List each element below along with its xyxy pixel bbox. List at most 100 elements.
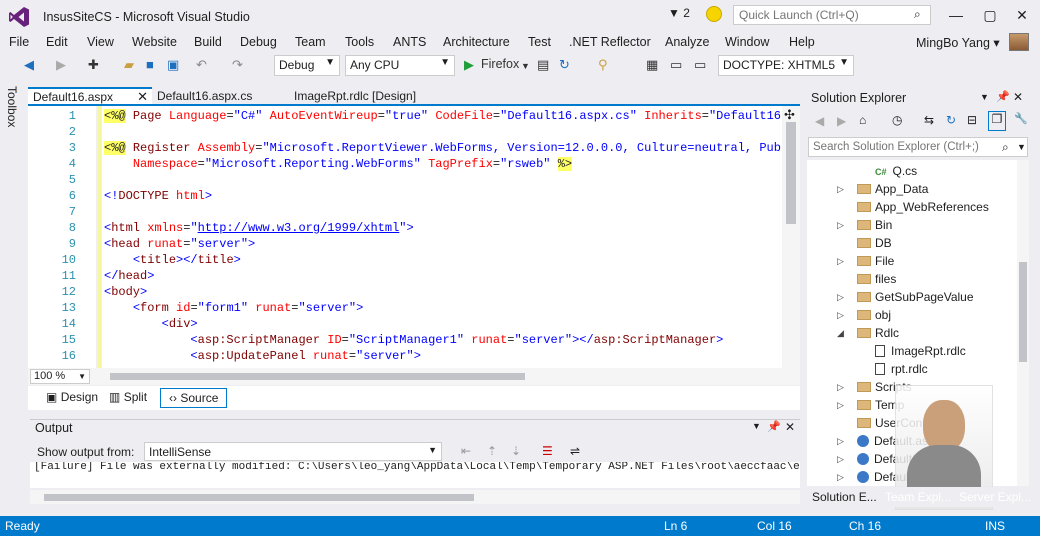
browser-link-icon[interactable]: ▤ (537, 57, 549, 73)
save-icon[interactable]: ■ (146, 57, 154, 72)
code-line[interactable]: Namespace="Microsoft.Reporting.WebForms"… (104, 156, 573, 172)
history-icon[interactable]: ◷ (892, 113, 902, 127)
word-wrap-icon[interactable]: ⇌ (570, 444, 580, 458)
code-line[interactable]: <%@ Register Assembly="Microsoft.ReportV… (104, 140, 800, 156)
menu-window[interactable]: Window (725, 35, 769, 49)
show-all-files-icon[interactable]: ❐ (988, 111, 1006, 131)
tree-item[interactable]: GetSubPageValue (857, 288, 974, 306)
collapse-icon[interactable]: ◢ (837, 328, 844, 339)
tree-item[interactable]: obj (857, 306, 891, 324)
quick-launch-input[interactable] (733, 5, 931, 25)
output-source-select[interactable]: IntelliSense ▼ (144, 442, 442, 461)
tab-design[interactable]: ▣ Design (38, 388, 106, 408)
pin-icon[interactable]: 📌 (996, 90, 1010, 103)
expand-icon[interactable]: ▷ (837, 436, 844, 447)
tree-item[interactable]: App_Data (857, 180, 928, 198)
expand-icon[interactable]: ▷ (837, 454, 844, 465)
maximize-button[interactable]: ▢ (976, 4, 1004, 26)
code-line[interactable]: <asp:UpdatePanel runat="server"> (104, 348, 420, 364)
feedback-smiley-icon[interactable] (706, 6, 722, 22)
clear-all-icon[interactable]: ☰ (542, 444, 553, 458)
code-line[interactable]: <%@ Page Language="C#" AutoEventWireup="… (104, 108, 800, 124)
properties-icon[interactable]: 🔧 (1014, 112, 1028, 125)
menu-debug[interactable]: Debug (240, 35, 277, 49)
doctype-select[interactable]: DOCTYPE: XHTML5 ▼ (718, 55, 854, 76)
menu-view[interactable]: View (87, 35, 114, 49)
menu-net-reflector[interactable]: .NET Reflector (569, 35, 651, 49)
tree-item[interactable]: App_WebReferences (857, 198, 989, 216)
redo-icon[interactable]: ↷ (232, 57, 243, 73)
expand-icon[interactable]: ▷ (837, 382, 844, 393)
tree-item[interactable]: DB (857, 234, 892, 252)
expand-icon[interactable]: ▷ (837, 184, 844, 195)
uncomment-icon[interactable]: ▭ (694, 57, 706, 73)
save-all-icon[interactable]: ▣ (167, 57, 179, 73)
tree-item[interactable]: rpt.rdlc (875, 360, 928, 378)
scrollbar-thumb[interactable] (44, 494, 474, 501)
minimize-button[interactable]: — (942, 4, 970, 26)
find-in-files-icon[interactable]: ⚲ (598, 57, 608, 73)
code-line[interactable]: <!DOCTYPE html> (104, 188, 212, 204)
tree-item[interactable]: Rdlc (857, 324, 899, 342)
expand-icon[interactable]: ▷ (837, 310, 844, 321)
chevron-down-icon[interactable]: ▼ (1017, 142, 1026, 152)
code-line[interactable]: <div> (104, 316, 198, 332)
find-message-icon[interactable]: ⇤ (461, 444, 471, 458)
code-line[interactable]: <form id="form1" runat="server"> (104, 300, 363, 316)
start-debugging-icon[interactable]: ▶ (464, 57, 474, 73)
chevron-down-icon[interactable]: ▼ (980, 92, 989, 102)
menu-ants[interactable]: ANTS (393, 35, 426, 49)
menu-test[interactable]: Test (528, 35, 551, 49)
undo-icon[interactable]: ↶ (196, 57, 207, 73)
menu-website[interactable]: Website (132, 35, 177, 49)
platform-select[interactable]: Any CPU ▼ (345, 55, 455, 76)
forward-icon[interactable]: ▶ (56, 57, 66, 73)
previous-message-icon[interactable]: ⇡ (487, 444, 497, 458)
split-window-icon[interactable]: ✣ (784, 107, 795, 123)
chevron-down-icon[interactable]: ▼ (521, 61, 530, 71)
search-icon[interactable]: ⌕ (1002, 140, 1009, 155)
tab-default16-aspx[interactable]: Default16.aspx ✕ (28, 87, 152, 105)
code-line[interactable]: <title></title> (104, 252, 241, 268)
tab-solution-explorer[interactable]: Solution E... (812, 490, 877, 504)
next-message-icon[interactable]: ⇣ (511, 444, 521, 458)
code-line[interactable]: <head runat="server"> (104, 236, 255, 252)
scrollbar-thumb[interactable] (1019, 262, 1027, 362)
code-line[interactable]: <html xmlns="http://www.w3.org/1999/xhtm… (104, 220, 414, 236)
tab-split[interactable]: ▥ Split (101, 388, 155, 408)
tree-item[interactable]: ImageRpt.rdlc (875, 342, 966, 360)
tree-item[interactable]: Bin (857, 216, 892, 234)
menu-help[interactable]: Help (789, 35, 815, 49)
expand-icon[interactable]: ▷ (837, 472, 844, 483)
expand-icon[interactable]: ▷ (837, 220, 844, 231)
tab-team-explorer[interactable]: Team Expl... (885, 490, 951, 504)
tab-default16-aspx-cs[interactable]: Default16.aspx.cs (157, 89, 252, 103)
notification-flag[interactable]: ▼ 2 (668, 6, 690, 20)
new-project-icon[interactable]: ✚ (88, 57, 99, 73)
expand-icon[interactable]: ▷ (837, 400, 844, 411)
close-button[interactable]: ✕ (1008, 4, 1036, 26)
code-line[interactable]: </head> (104, 268, 154, 284)
solution-configuration-select[interactable]: Debug ▼ (274, 55, 340, 76)
user-name[interactable]: MingBo Yang ▾ (916, 35, 1000, 50)
close-icon[interactable]: ✕ (785, 420, 795, 434)
zoom-select[interactable]: 100 % ▼ (30, 369, 90, 384)
close-icon[interactable]: ✕ (137, 89, 148, 105)
code-line[interactable]: <asp:ScriptManager ID="ScriptManager1" r… (104, 332, 723, 348)
menu-file[interactable]: File (9, 35, 29, 49)
tree-item[interactable]: C# Q.cs (857, 162, 917, 180)
code-line[interactable]: <body> (104, 284, 147, 300)
close-icon[interactable]: ✕ (1013, 90, 1023, 104)
code-editor[interactable]: 1 <%@ Page Language="C#" AutoEventWireup=… (28, 106, 800, 368)
tree-item[interactable]: File (857, 252, 894, 270)
refresh-icon[interactable]: ↻ (946, 113, 956, 127)
menu-edit[interactable]: Edit (46, 35, 68, 49)
sync-icon[interactable]: ⇆ (924, 113, 934, 127)
tab-source[interactable]: ‹› Source (160, 388, 228, 408)
menu-build[interactable]: Build (194, 35, 222, 49)
expand-icon[interactable]: ▷ (837, 256, 844, 267)
browser-label[interactable]: Firefox (481, 57, 519, 71)
refresh-icon[interactable]: ↻ (559, 57, 570, 73)
back-icon[interactable]: ◀ (24, 57, 34, 73)
open-folder-icon[interactable]: ▰ (124, 57, 134, 73)
